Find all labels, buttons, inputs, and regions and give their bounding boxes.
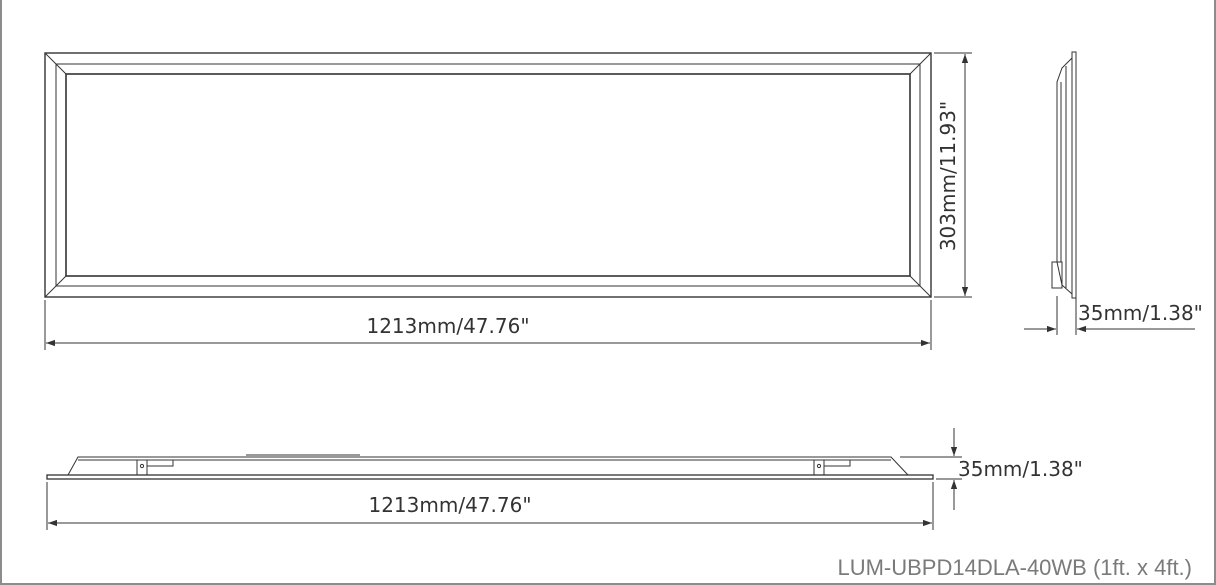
- bracket-arm: [146, 459, 174, 467]
- front-width-label: 1213mm/47.76": [366, 314, 529, 338]
- side-driver-box: [1051, 261, 1063, 289]
- model-label: LUM-UBPD14DLA-40WB (1ft. x 4ft.): [837, 555, 1192, 580]
- right-mounting-bracket: [813, 459, 851, 476]
- bottom-view: [46, 454, 934, 480]
- bracket-arm: [823, 459, 851, 467]
- technical-drawing: 1213mm/47.76" 303mm/11.93" 35mm/1.38" 35…: [44, 51, 1203, 530]
- side-view: [1051, 51, 1077, 299]
- front-outer-frame: [44, 52, 932, 298]
- bottom-depth-label: 35mm/1.38": [958, 457, 1083, 481]
- front-inner-panel: [65, 73, 911, 277]
- front-view: [44, 52, 932, 298]
- bracket-screw: [139, 463, 145, 469]
- side-depth-label: 35mm/1.38": [1078, 301, 1203, 325]
- bottom-depth-dimension: [900, 428, 962, 510]
- front-height-label: 303mm/11.93": [936, 101, 960, 251]
- bottom-faceplate: [46, 474, 934, 480]
- bottom-width-label: 1213mm/47.76": [368, 493, 531, 517]
- front-bevel-frame: [55, 63, 921, 287]
- left-mounting-bracket: [136, 459, 174, 476]
- side-housing: [1056, 56, 1073, 296]
- bracket-screw: [816, 463, 822, 469]
- side-faceplate: [1071, 51, 1077, 299]
